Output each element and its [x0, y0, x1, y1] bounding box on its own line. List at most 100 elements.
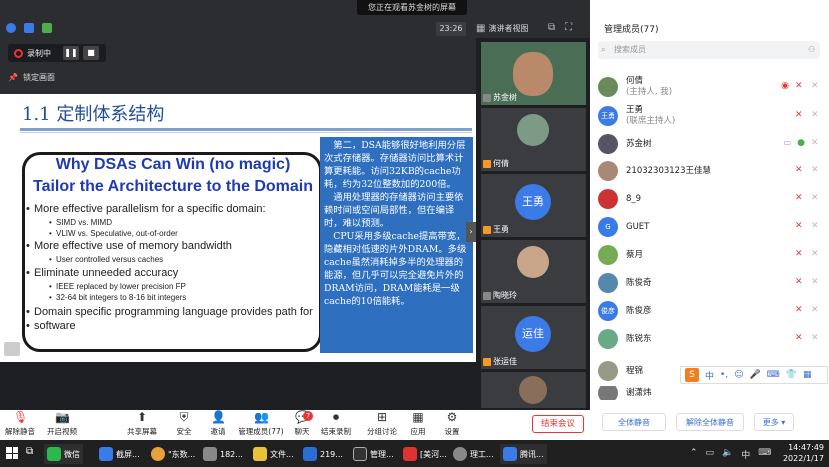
- video-tile[interactable]: 何倩: [481, 108, 586, 171]
- app-icon: [99, 447, 113, 461]
- taskbar-item[interactable]: 理工...: [450, 444, 497, 464]
- shield-icon[interactable]: [24, 23, 34, 33]
- taskbar-item[interactable]: 管理...: [350, 444, 397, 464]
- member-row[interactable]: 何倩 (主持人, 我) ◉ ✕ ✕: [598, 74, 823, 100]
- lock-screen-toggle[interactable]: 📌 锁定画面: [8, 72, 55, 83]
- speaker-view-button[interactable]: ▦ 演讲者视图: [476, 22, 540, 36]
- ime-lang[interactable]: 中: [705, 369, 714, 382]
- member-row[interactable]: 陈俊奇 ✕ ✕: [598, 270, 823, 296]
- video-off-icon[interactable]: ✕: [811, 138, 821, 148]
- mic-muted-icon[interactable]: ✕: [795, 305, 805, 315]
- mic-muted-icon[interactable]: ✕: [795, 110, 805, 120]
- member-row[interactable]: 谢潇炜: [598, 386, 823, 400]
- chevron-up-icon[interactable]: ⌃: [690, 448, 698, 461]
- pip-icon[interactable]: ⧉: [548, 22, 555, 33]
- network-icon[interactable]: ▭: [706, 448, 715, 461]
- signal-icon[interactable]: [42, 23, 52, 33]
- record-icon: ◉: [781, 81, 789, 91]
- stop-recording-button[interactable]: ⏺ 结束录制: [314, 411, 358, 437]
- video-tile[interactable]: 苏金树: [481, 42, 586, 105]
- invite-icon[interactable]: ⚇: [808, 45, 815, 54]
- member-row[interactable]: 王勇 王勇 (联席主持人) ✕ ✕: [598, 103, 823, 129]
- video-off-icon[interactable]: ✕: [811, 305, 821, 315]
- avatar: [517, 114, 549, 146]
- taskbar-item[interactable]: 182...: [200, 444, 246, 464]
- start-icon[interactable]: [6, 447, 18, 459]
- taskbar-item[interactable]: 219...: [300, 444, 346, 464]
- unmute-all-button[interactable]: 解除全体静音: [676, 413, 744, 431]
- clock[interactable]: 14:47:49 2022/1/17: [780, 442, 824, 464]
- video-off-icon[interactable]: ✕: [811, 165, 821, 175]
- sub-bullet-item: IEEE replaced by lower precision FP: [49, 282, 186, 291]
- emoji-icon[interactable]: ☺: [734, 370, 743, 380]
- taskbar-item[interactable]: [美河...: [400, 444, 450, 464]
- fullscreen-icon[interactable]: ⛶: [565, 22, 572, 33]
- taskbar-item[interactable]: 文件...: [250, 444, 297, 464]
- volume-icon[interactable]: 🔈: [722, 448, 733, 461]
- unmute-button[interactable]: 🎙 解除静音: [0, 411, 42, 437]
- video-tile[interactable]: 王勇 王勇: [481, 174, 586, 237]
- video-off-icon[interactable]: ✕: [811, 277, 821, 287]
- collapse-video-button[interactable]: ›: [466, 222, 476, 242]
- grid-icon[interactable]: ▦: [803, 370, 812, 380]
- mic-on-icon[interactable]: ●: [797, 138, 805, 148]
- bullet-item-continuation: software: [26, 320, 75, 332]
- video-tile[interactable]: [481, 372, 586, 408]
- taskbar-item[interactable]: 截屏...: [96, 444, 143, 464]
- member-row[interactable]: G GUET ✕ ✕: [598, 214, 823, 240]
- skin-icon[interactable]: 👕: [786, 370, 797, 380]
- video-tile[interactable]: 陶晓玲: [481, 240, 586, 303]
- taskbar-item[interactable]: 腾讯...: [500, 444, 547, 464]
- chrome-icon: [151, 447, 165, 461]
- video-off-icon[interactable]: ✕: [811, 81, 821, 91]
- stop-recording-button[interactable]: ■: [83, 46, 99, 60]
- video-tile[interactable]: 运佳 张运佳: [481, 306, 586, 369]
- mic-muted-icon[interactable]: ✕: [795, 277, 805, 287]
- video-off-icon[interactable]: ✕: [811, 249, 821, 259]
- ime-indicator[interactable]: 中: [741, 448, 750, 461]
- video-off-icon[interactable]: ✕: [811, 333, 821, 343]
- mute-all-button[interactable]: 全体静音: [602, 413, 666, 431]
- member-role: (联席主持人): [626, 116, 676, 126]
- taskbar-item-wechat[interactable]: 微信: [44, 444, 83, 464]
- sogou-icon[interactable]: S: [685, 368, 699, 382]
- member-name: 何倩: [626, 76, 644, 86]
- member-row[interactable]: 21032303123王佳慧 ✕ ✕: [598, 158, 823, 184]
- mic-muted-icon[interactable]: ✕: [795, 221, 805, 231]
- taskbar-item[interactable]: "东数...: [148, 444, 198, 464]
- member-search-input[interactable]: 搜索成员: [598, 41, 820, 59]
- video-name-label: 张运佳: [483, 356, 517, 367]
- task-view-icon[interactable]: ⧉: [26, 446, 33, 457]
- shield-icon: ⛨: [179, 410, 189, 424]
- settings-button[interactable]: ⚙ 设置: [430, 411, 474, 437]
- video-off-icon[interactable]: ✕: [811, 193, 821, 203]
- member-row[interactable]: 俊彦 陈俊彦 ✕ ✕: [598, 298, 823, 324]
- mic-muted-icon[interactable]: ✕: [795, 249, 805, 259]
- video-off-icon[interactable]: ✕: [811, 110, 821, 120]
- avatar: [598, 361, 618, 381]
- mic-muted-icon[interactable]: ✕: [795, 193, 805, 203]
- keyboard-icon[interactable]: ⌨: [758, 448, 771, 461]
- member-row[interactable]: 苏金树 ▭ ● ✕: [598, 131, 823, 157]
- pause-recording-button[interactable]: ❚❚: [63, 46, 79, 60]
- callout-paragraph: 第二，DSA能够很好地利用分层次式存储器。存储器访问比算术计算更耗能。访问32K…: [324, 140, 466, 190]
- manage-members-button[interactable]: 👥 管理成员(77): [236, 411, 286, 437]
- share-screen-button[interactable]: ⬆ 共享屏幕: [120, 411, 164, 437]
- mic-muted-icon[interactable]: ✕: [795, 81, 805, 91]
- member-row[interactable]: 8_9 ✕ ✕: [598, 186, 823, 212]
- mic-muted-icon[interactable]: ✕: [795, 333, 805, 343]
- start-video-button[interactable]: 📷 开启视频: [40, 411, 84, 437]
- member-row[interactable]: 陈锐东 ✕ ✕: [598, 326, 823, 352]
- menu-icon[interactable]: [4, 342, 20, 356]
- info-icon[interactable]: [6, 23, 16, 33]
- keyboard-icon[interactable]: ⌨: [767, 370, 780, 380]
- more-button[interactable]: 更多 ▾: [754, 413, 794, 431]
- invite-button[interactable]: 👤 邀请: [196, 411, 240, 437]
- voice-icon[interactable]: 🎤: [750, 370, 761, 380]
- terminal-icon: [353, 447, 367, 461]
- end-meeting-button[interactable]: 结束会议: [532, 415, 584, 433]
- member-row[interactable]: 蔡月 ✕ ✕: [598, 242, 823, 268]
- mic-muted-icon[interactable]: ✕: [795, 165, 805, 175]
- punctuation-icon[interactable]: •,: [720, 370, 728, 380]
- video-off-icon[interactable]: ✕: [811, 221, 821, 231]
